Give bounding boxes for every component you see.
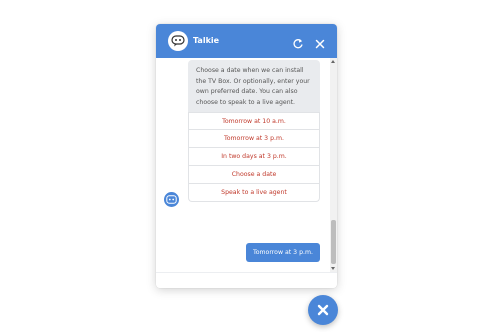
scroll-down-icon[interactable] xyxy=(331,267,335,270)
scroll-thumb[interactable] xyxy=(331,220,336,264)
chat-header: Talkie xyxy=(156,24,337,58)
option-tomorrow-3pm[interactable]: Tomorrow at 3 p.m. xyxy=(188,130,320,148)
bot-face-icon xyxy=(164,192,179,207)
option-live-agent[interactable]: Speak to a live agent xyxy=(188,184,320,202)
chat-widget: Talkie Choose a date when we can install… xyxy=(156,24,337,288)
reply-input[interactable] xyxy=(156,274,337,288)
user-message: Tomorrow at 3 p.m. xyxy=(246,243,320,262)
quick-reply-options: Tomorrow at 10 a.m. Tomorrow at 3 p.m. I… xyxy=(188,112,320,202)
message-scrollbar[interactable] xyxy=(330,58,337,272)
bot-message: Choose a date when we can install the TV… xyxy=(188,60,320,112)
chat-bot-icon xyxy=(168,31,188,51)
chat-title: Talkie xyxy=(193,36,220,45)
message-list[interactable]: Choose a date when we can install the TV… xyxy=(156,58,337,272)
composer-divider xyxy=(156,272,337,273)
option-tomorrow-10am[interactable]: Tomorrow at 10 a.m. xyxy=(188,112,320,130)
refresh-icon[interactable] xyxy=(292,35,304,49)
close-icon[interactable] xyxy=(314,35,326,49)
option-choose-date[interactable]: Choose a date xyxy=(188,166,320,184)
scroll-up-icon[interactable] xyxy=(331,60,335,63)
close-chat-button[interactable] xyxy=(308,295,338,325)
option-two-days-3pm[interactable]: In two days at 3 p.m. xyxy=(188,148,320,166)
close-icon xyxy=(317,304,329,316)
